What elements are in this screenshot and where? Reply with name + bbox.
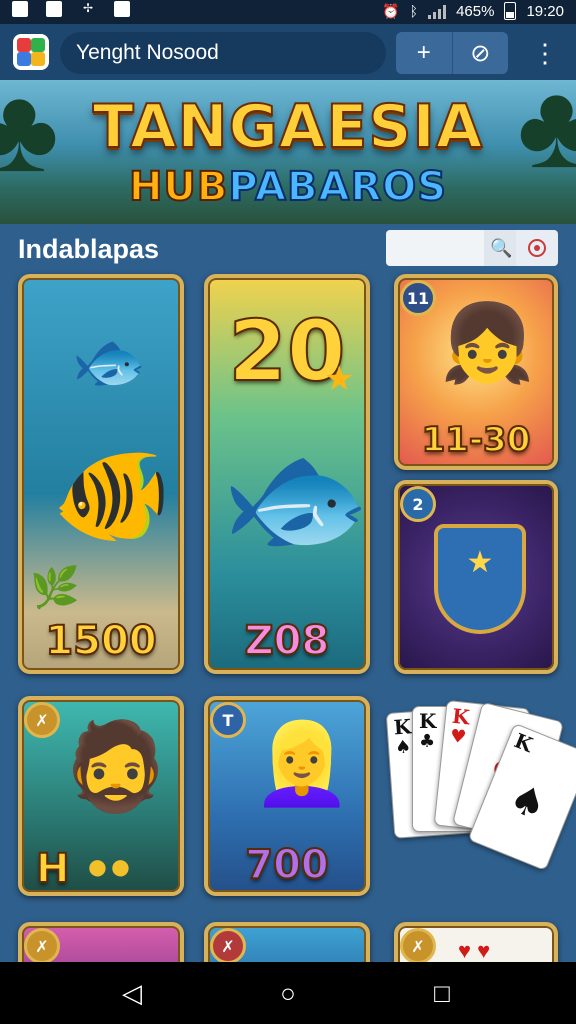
notification-icons: ✢ (12, 1, 130, 17)
search-bar[interactable]: Yenght Nosood (60, 32, 386, 74)
card-value: Z08 (244, 617, 331, 665)
search-text: Yenght Nosood (76, 41, 219, 64)
game-card-fish-1500[interactable]: 🐟 🐠 🌿 1500 (18, 274, 184, 674)
card-badge-coin: ✗ (400, 928, 436, 964)
record-button[interactable] (516, 230, 558, 266)
search-icon: 🔍 (490, 237, 513, 258)
shield-icon: ★ (434, 524, 526, 634)
coin-icon: ●● (86, 846, 132, 888)
fish-icon: 🐠 (52, 442, 172, 549)
banner-subtitle: HUBPABAROS (0, 163, 576, 211)
girl-icon: 👱‍♀️ (252, 719, 352, 808)
overflow-menu-button[interactable]: ⋮ (526, 34, 558, 70)
card-badge: 2 (400, 486, 436, 522)
banner-subtitle-part2: PABAROS (227, 163, 448, 211)
sync-button[interactable]: ⊘ (453, 32, 509, 74)
recents-button[interactable]: □ (412, 972, 472, 1014)
kebab-menu-icon: ⋮ (532, 38, 558, 68)
filter-input[interactable] (386, 230, 484, 266)
star-icon: ★ (324, 360, 355, 398)
fish-icon: 🐟 (222, 431, 370, 565)
record-icon (528, 239, 546, 257)
man-icon: 🧔 (62, 719, 170, 815)
card-badge: 11 (400, 280, 436, 316)
back-triangle-icon: ◁ (122, 977, 142, 1008)
notification-icon: ✢ (82, 1, 94, 15)
add-button[interactable]: + (396, 32, 453, 74)
system-nav-bar: ◁ ○ □ (0, 962, 576, 1024)
battery-icon (504, 2, 517, 20)
game-card-girl-11-30[interactable]: 11 👧 11-30 (394, 274, 558, 470)
card-value: 1500 (44, 617, 157, 665)
card-value: 11-30 (421, 419, 532, 461)
alarm-icon: ⏰ (382, 2, 400, 19)
action-button-group: + ⊘ (396, 32, 508, 74)
app-bar: Yenght Nosood + ⊘ ⋮ (0, 24, 576, 80)
playing-cards-icon[interactable]: K ♠ K ♣ K ♥ ♥ K ♠ (385, 696, 576, 910)
card-value: 700 (244, 841, 330, 889)
home-circle-icon: ○ (280, 977, 296, 1008)
coral-icon: 🌿 (30, 566, 80, 610)
game-card-shield[interactable]: 2 ★ (394, 480, 558, 674)
recents-square-icon: □ (434, 977, 450, 1008)
system-icons: ⏰ ᛒ 465% 19:20 (382, 2, 564, 20)
section-title: Indablapas (18, 234, 160, 264)
clock: 19:20 (526, 2, 564, 20)
status-bar: ✢ ⏰ ᛒ 465% 19:20 (0, 0, 576, 24)
game-card-gambler[interactable]: ✗ 🧔 H ●● (18, 696, 184, 896)
home-button[interactable]: ○ (258, 972, 318, 1014)
promo-banner[interactable]: ♣ ♣ TANGAESIA HUBPABAROS (0, 80, 576, 224)
notification-icon (114, 1, 130, 17)
girl-icon: 👧 (440, 301, 535, 386)
game-card-fish-20[interactable]: 20 ★ 🐟 Z08 (204, 274, 370, 674)
battery-percent: 465% (456, 2, 495, 20)
fish-icon: 🐟 (72, 328, 147, 395)
back-button[interactable]: ◁ (102, 972, 162, 1014)
banner-subtitle-part1: HUB (128, 163, 229, 211)
plus-icon: + (416, 39, 431, 66)
notification-icon (46, 1, 62, 17)
card-badge-coin: ✗ (24, 928, 60, 964)
circle-arrow-icon: ⊘ (470, 39, 491, 67)
hearts-icon: ♥ ♥ (458, 938, 491, 963)
card-badge: T (210, 702, 246, 738)
card-value: H (35, 845, 71, 892)
app-logo-icon[interactable] (13, 34, 49, 70)
card-badge: ✗ (210, 928, 246, 964)
game-card-girl-700[interactable]: T 👱‍♀️ 700 (204, 696, 370, 896)
signal-icon (428, 3, 447, 19)
bluetooth-icon: ᛒ (409, 3, 419, 19)
notification-icon (12, 1, 28, 17)
banner-title: TANGAESIA (92, 91, 484, 163)
search-button[interactable]: 🔍 (484, 230, 516, 266)
card-badge-coin: ✗ (24, 702, 60, 738)
